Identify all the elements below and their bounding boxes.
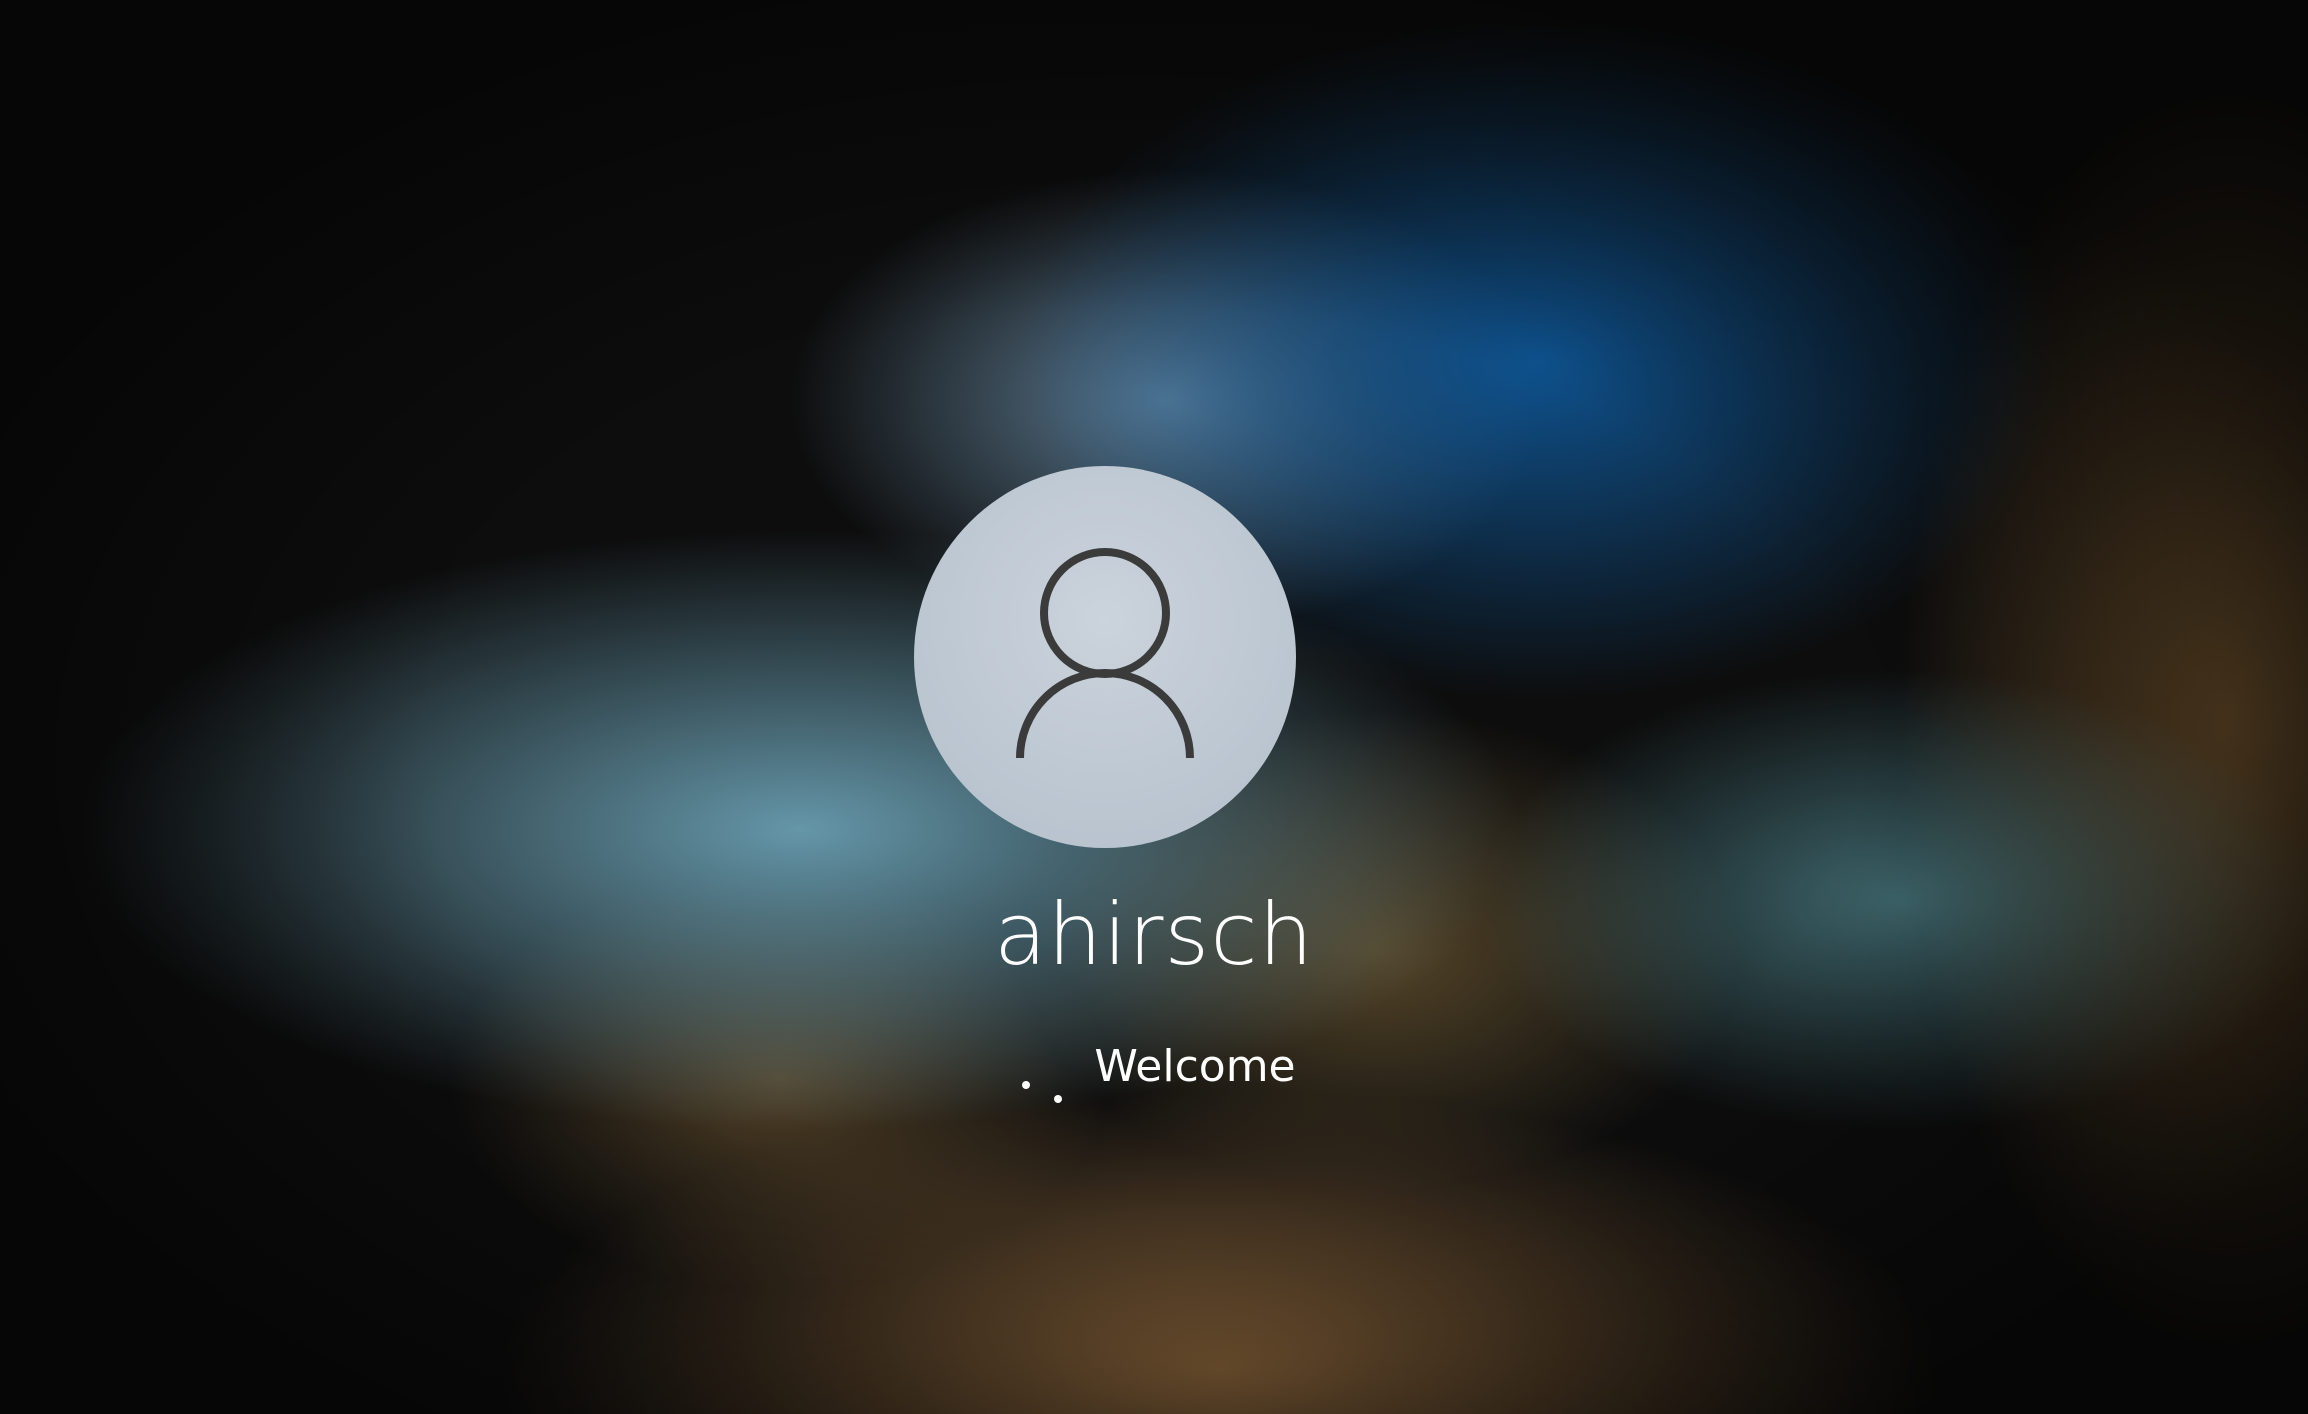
spinner-dot: [1022, 1081, 1031, 1089]
welcome-panel: ahirsch Welcome: [0, 0, 2308, 1414]
loading-dots-icon: [1012, 1047, 1068, 1103]
lock-screen: ahirsch Welcome: [0, 0, 2308, 1414]
user-silhouette-icon: [1016, 548, 1194, 759]
spinner-dot: [1054, 1095, 1063, 1103]
signin-status: Welcome: [0, 1041, 2308, 1103]
user-avatar: [914, 466, 1296, 848]
username-label: ahirsch: [993, 885, 1315, 985]
status-text: Welcome: [1094, 1041, 1296, 1092]
